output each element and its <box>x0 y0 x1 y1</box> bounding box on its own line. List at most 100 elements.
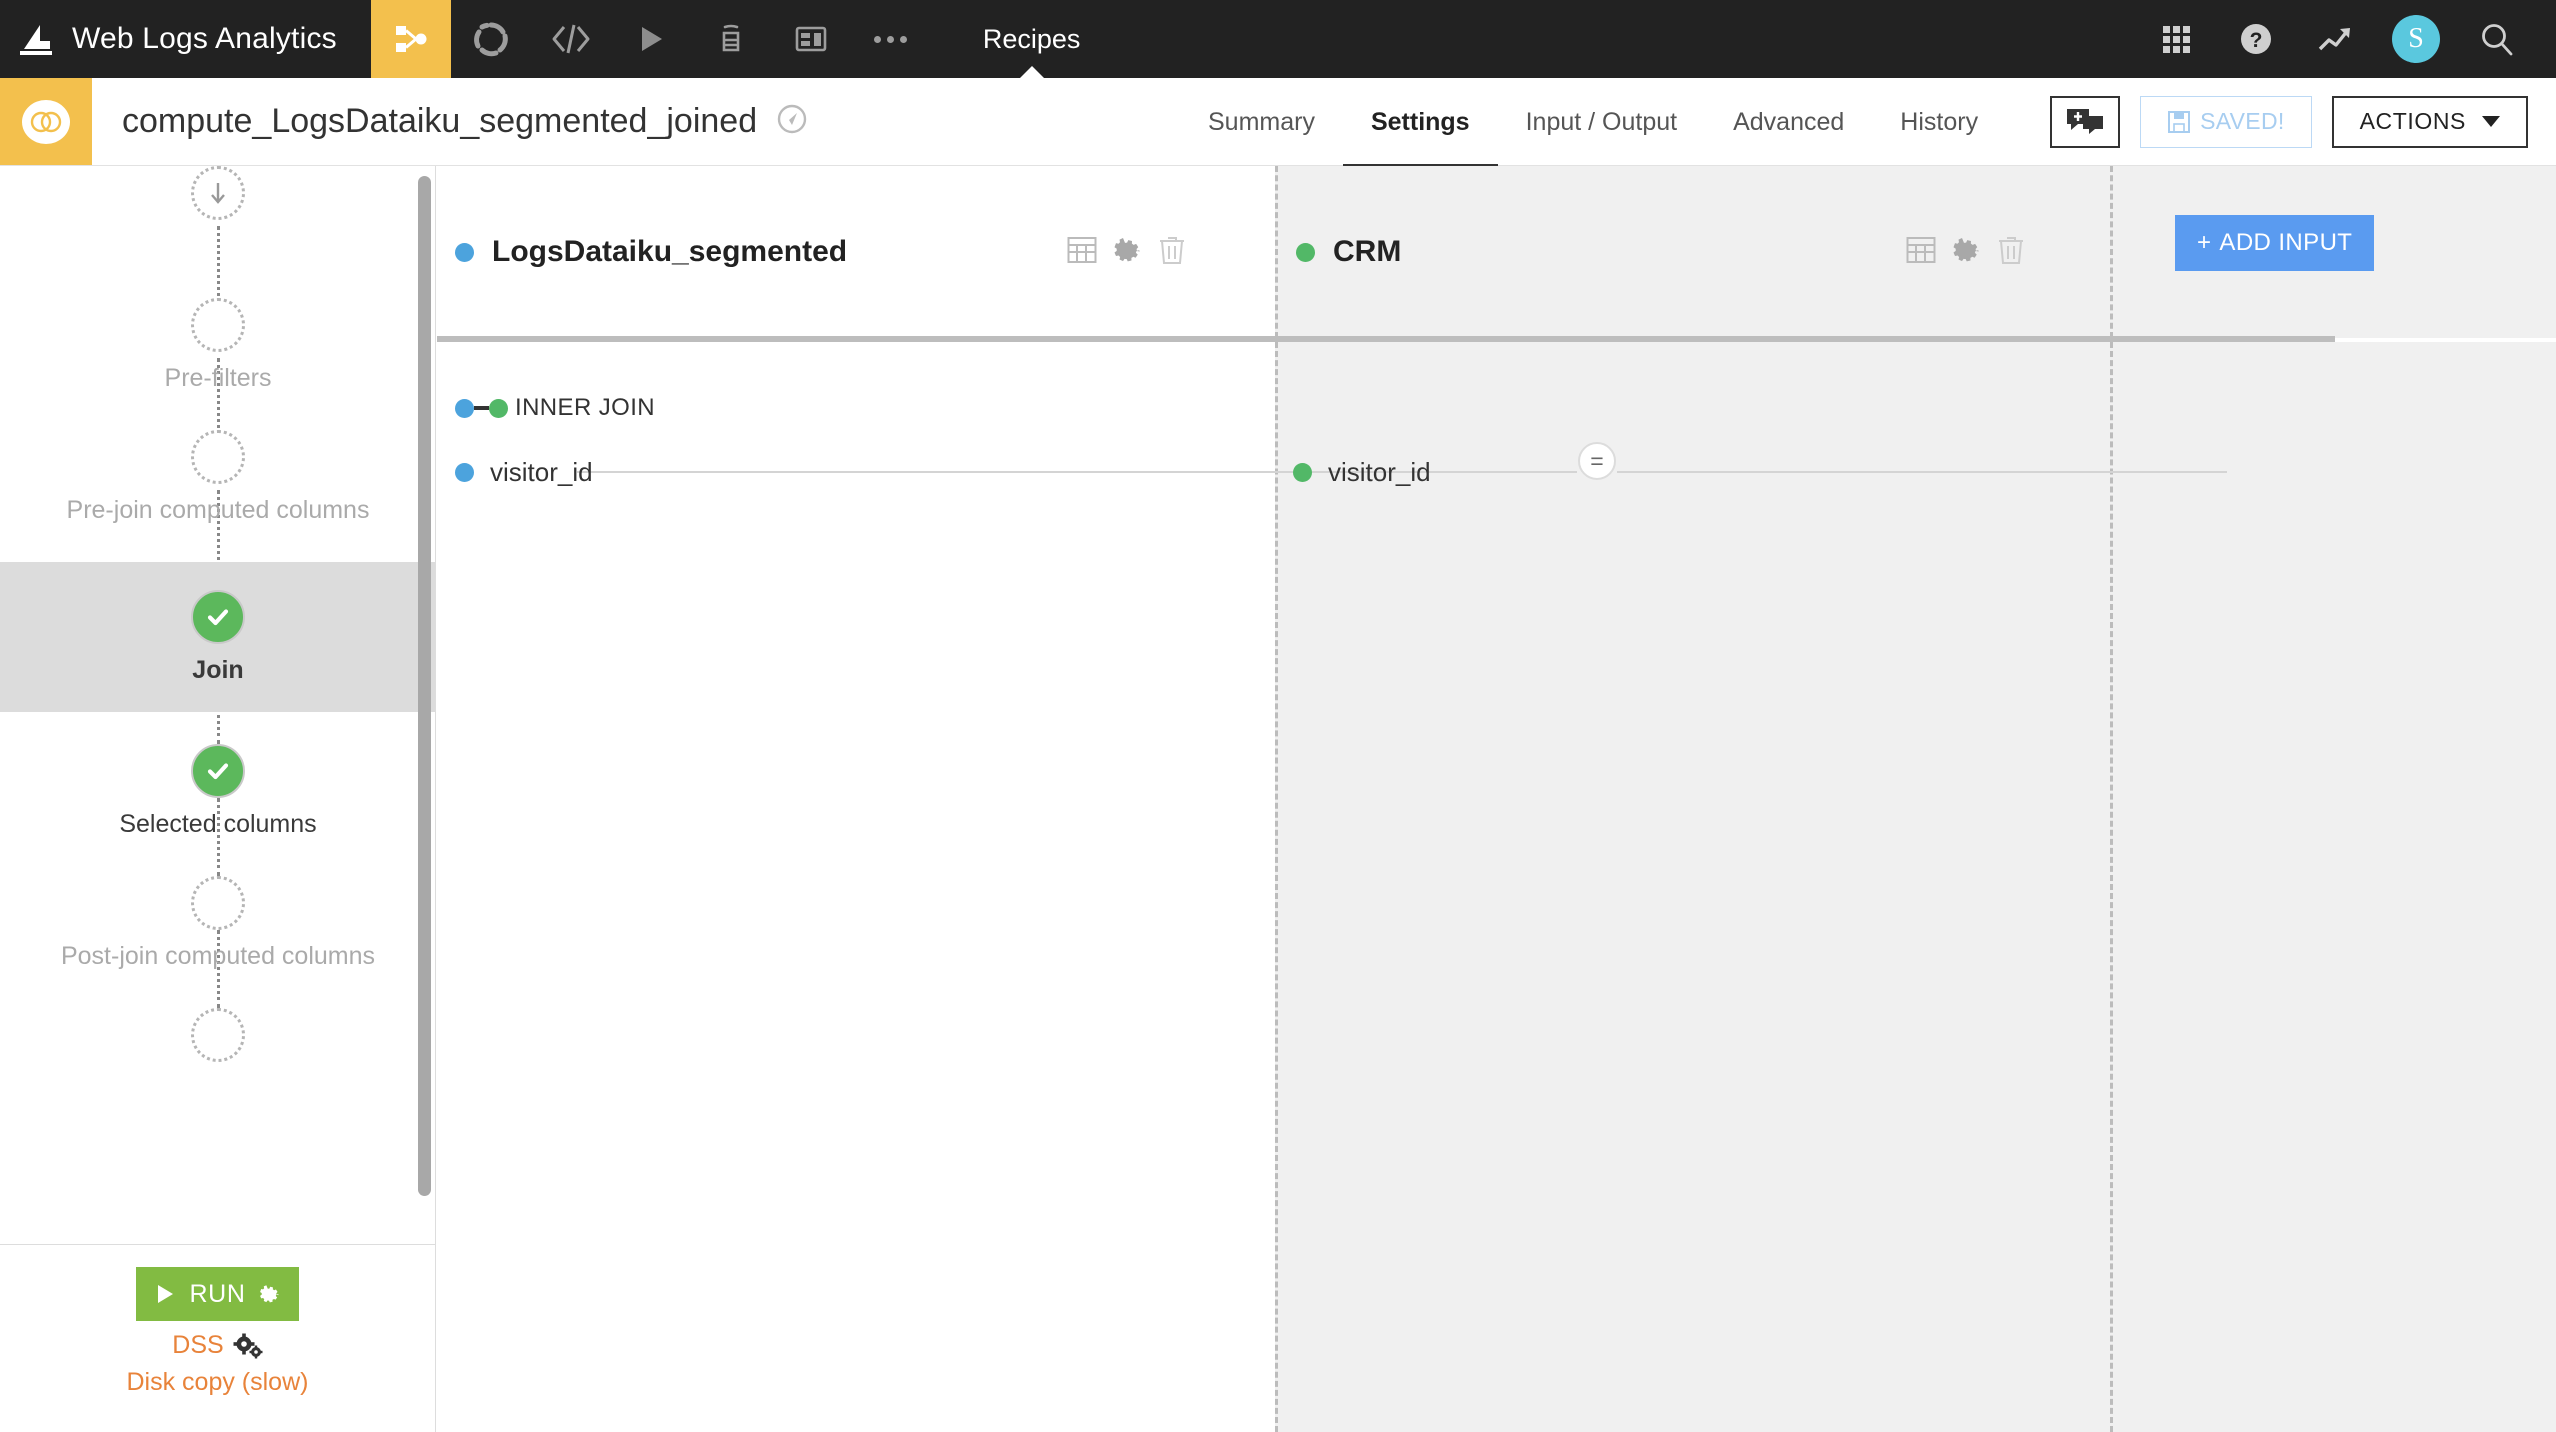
sidebar-step-label: Selected columns <box>119 810 317 838</box>
dataiku-bird-logo[interactable] <box>0 0 72 78</box>
dataset-color-dot <box>1296 242 1315 262</box>
apps-grid-button[interactable] <box>2136 0 2216 78</box>
sidebar-step-output[interactable] <box>0 1008 435 1068</box>
sidebar-step-selected-columns[interactable]: Selected columns <box>0 744 435 844</box>
run-button[interactable]: RUN <box>135 1267 300 1321</box>
step-node <box>191 590 245 644</box>
join-body-add <box>2113 342 2556 1432</box>
dataset-name: LogsDataiku_segmented <box>492 235 848 268</box>
inputs-header-row: LogsDataiku_segmented CRM + ADD INPUT <box>437 166 2556 342</box>
step-connector <box>217 226 220 304</box>
ellipsis-icon <box>900 35 908 43</box>
ellipsis-icon <box>874 35 882 43</box>
recipe-steps-list: Pre-filters Pre-join computed columns Jo… <box>0 166 435 1244</box>
project-name[interactable]: Web Logs Analytics <box>72 22 371 56</box>
tab-history[interactable]: History <box>1872 81 2006 168</box>
join-left-dot <box>455 398 474 418</box>
run-mode-label[interactable]: Disk copy (slow) <box>127 1368 309 1397</box>
trash-icon[interactable] <box>1998 235 2024 270</box>
sidebar-step-pre-filters[interactable]: Pre-filters <box>0 298 435 398</box>
ellipsis-icon <box>887 35 895 43</box>
recipe-type-badge <box>0 78 92 165</box>
check-icon <box>207 609 229 626</box>
sidebar-step-join[interactable]: Join <box>0 562 435 712</box>
recipe-sub-header: compute_LogsDataiku_segmented_joined Sum… <box>0 78 2556 168</box>
join-link-line <box>474 406 489 410</box>
tab-input-output[interactable]: Input / Output <box>1498 81 1706 168</box>
actions-button-label: ACTIONS <box>2359 108 2466 134</box>
join-left-column[interactable]: visitor_id <box>455 442 593 502</box>
sidebar-step-label: Pre-join computed columns <box>66 496 370 524</box>
avatar: S <box>2392 15 2440 63</box>
dashboard-wheel-icon <box>473 22 508 57</box>
dataset-color-dot <box>1293 462 1312 482</box>
run-engine[interactable]: DSS <box>172 1331 263 1360</box>
discussions-icon <box>2067 108 2104 134</box>
nav-icon-jobs[interactable] <box>611 0 691 78</box>
sidebar-scrollbar[interactable] <box>418 176 431 1196</box>
join-right-column-name: visitor_id <box>1328 456 1431 487</box>
monitoring-button[interactable] <box>2296 0 2376 78</box>
sidebar-step-post-join-computed-columns[interactable]: Post-join computed columns <box>0 876 435 976</box>
trash-icon[interactable] <box>1159 235 1185 270</box>
discussions-button[interactable] <box>2050 95 2121 148</box>
sidebar-step-label: Pre-filters <box>164 364 272 392</box>
tab-settings[interactable]: Settings <box>1342 81 1498 168</box>
tab-advanced[interactable]: Advanced <box>1705 81 1872 168</box>
nav-more-menu[interactable] <box>851 0 931 78</box>
apps-grid-icon <box>2163 26 2190 53</box>
sidebar-step-start[interactable] <box>0 166 435 226</box>
join-condition-row: visitor_id = visitor_id <box>437 442 2556 502</box>
nav-section-label: Recipes <box>982 23 1081 54</box>
dataset-color-dot <box>455 462 474 482</box>
sidebar-step-label: Post-join computed columns <box>60 942 376 970</box>
input-dataset-left[interactable]: LogsDataiku_segmented <box>437 166 847 338</box>
search-button[interactable] <box>2456 0 2536 78</box>
join-left-column-name: visitor_id <box>490 456 593 487</box>
gear-icon[interactable] <box>1113 235 1143 270</box>
join-type-indicator[interactable]: INNER JOIN <box>455 394 655 422</box>
step-node <box>191 1008 245 1062</box>
play-triangle-icon <box>641 27 662 51</box>
flow-icon <box>395 26 427 52</box>
actions-dropdown-button[interactable]: ACTIONS <box>2331 95 2528 148</box>
table-grid-icon[interactable] <box>1067 236 1097 269</box>
help-button[interactable]: ? <box>2216 0 2296 78</box>
gear-icon[interactable] <box>1952 235 1982 270</box>
gears-icon <box>233 1333 263 1358</box>
nav-icon-dashboard[interactable] <box>771 0 851 78</box>
join-recipe-icon <box>22 99 70 144</box>
chevron-down-icon <box>2482 116 2500 127</box>
trend-arrow-icon <box>2318 28 2350 51</box>
table-grid-icon[interactable] <box>1906 236 1936 269</box>
sidebar-step-label: Join <box>192 656 244 684</box>
nav-icon-dashboards-wheel[interactable] <box>451 0 531 78</box>
recipe-title-group: compute_LogsDataiku_segmented_joined <box>122 78 809 165</box>
nav-section-recipes[interactable]: Recipes <box>957 0 1107 79</box>
svg-text:?: ? <box>2250 29 2263 52</box>
plus-icon: + <box>2197 229 2212 256</box>
dashboard-layout-icon <box>795 26 827 52</box>
input-dataset-right[interactable]: CRM <box>1278 166 1401 338</box>
user-avatar-button[interactable]: S <box>2376 0 2456 78</box>
nav-icon-flow[interactable] <box>370 0 451 78</box>
add-input-button[interactable]: + ADD INPUT <box>2175 215 2375 271</box>
save-button-label: SAVED! <box>2200 108 2285 134</box>
page-title[interactable]: compute_LogsDataiku_segmented_joined <box>122 102 757 141</box>
input-column-left: LogsDataiku_segmented <box>437 166 1275 338</box>
run-button-label: RUN <box>189 1279 246 1308</box>
tab-summary[interactable]: Summary <box>1180 81 1343 168</box>
join-right-dot <box>489 398 508 418</box>
flow-locate-icon[interactable] <box>775 102 809 141</box>
check-icon <box>207 763 229 780</box>
sidebar-step-pre-join-computed-columns[interactable]: Pre-join computed columns <box>0 430 435 530</box>
join-settings-panel: LogsDataiku_segmented CRM + ADD INPUT IN… <box>437 166 2556 1432</box>
save-button[interactable]: SAVED! <box>2140 95 2312 148</box>
recipe-tabs: Summary Settings Input / Output Advanced… <box>1180 78 2006 168</box>
dataset-name: CRM <box>1333 235 1402 268</box>
input-left-actions <box>1067 166 1185 338</box>
join-right-column[interactable]: visitor_id <box>1293 442 1431 502</box>
join-operator[interactable]: = <box>1578 442 1616 480</box>
nav-icon-lab[interactable] <box>691 0 771 78</box>
nav-icon-code[interactable] <box>531 0 611 78</box>
